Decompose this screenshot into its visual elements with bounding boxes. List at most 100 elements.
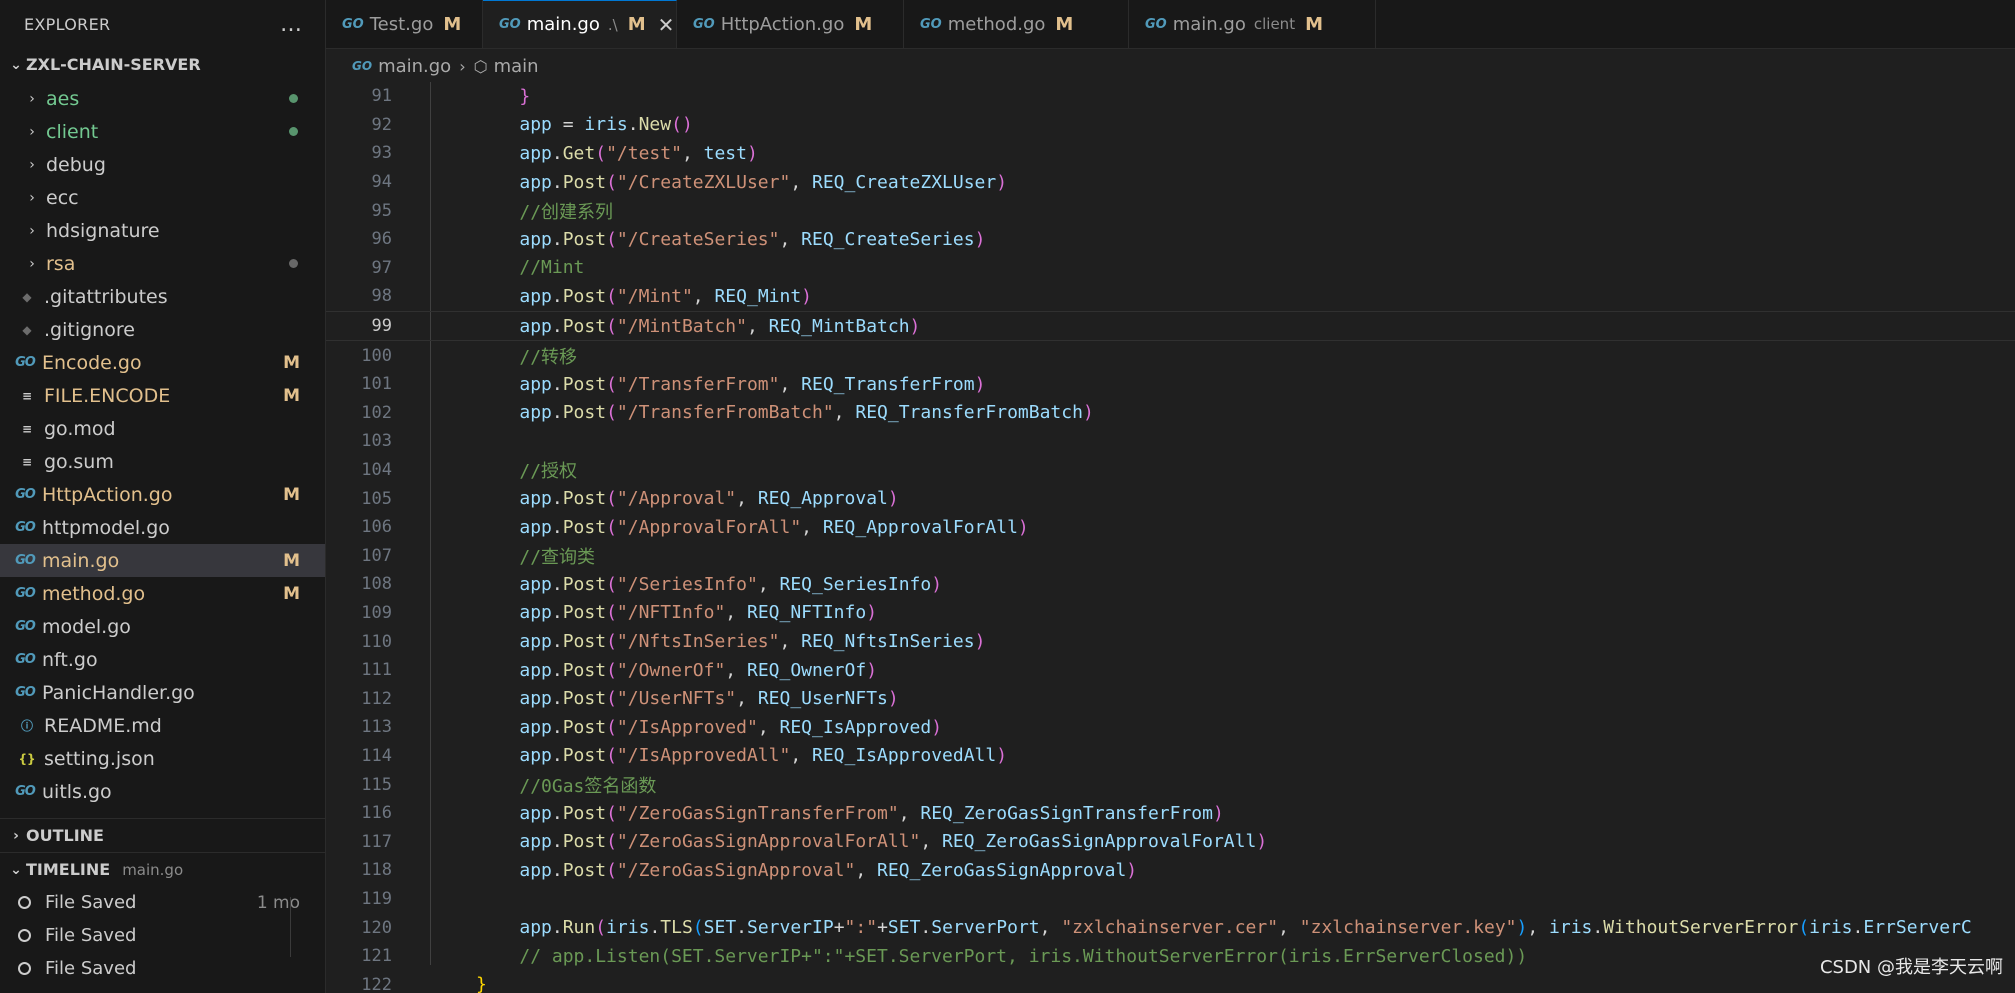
file-item[interactable]: GO model.go: [0, 610, 325, 643]
file-item[interactable]: ◆ .gitattributes: [0, 280, 325, 313]
file-item[interactable]: GO uitls.go: [0, 775, 325, 808]
item-label: README.md: [44, 714, 162, 737]
code-line[interactable]: 118 app.Post("/ZeroGasSignApproval", REQ…: [326, 856, 2015, 885]
code-line[interactable]: 107 //查询类: [326, 542, 2015, 571]
item-label: aes: [46, 87, 80, 110]
file-item[interactable]: ⓘ README.md: [0, 709, 325, 742]
tab-method-go[interactable]: GO method.go M: [904, 0, 1129, 48]
code-line[interactable]: 93 app.Get("/test", test): [326, 139, 2015, 168]
code-line[interactable]: 95 //创建系列: [326, 196, 2015, 225]
code-token: Post: [562, 716, 607, 738]
code-line[interactable]: 92 app = iris.New(): [326, 111, 2015, 140]
code-line[interactable]: 101 app.Post("/TransferFrom", REQ_Transf…: [326, 370, 2015, 399]
chevron-right-icon: ›: [29, 90, 35, 107]
code-token: ): [1126, 859, 1138, 881]
code-line[interactable]: 100 //转移: [326, 341, 2015, 370]
file-item[interactable]: GO main.go M: [0, 544, 325, 577]
file-item[interactable]: GO httpmodel.go: [0, 511, 325, 544]
code-token: Post: [562, 831, 607, 853]
code-line[interactable]: 91 }: [326, 82, 2015, 111]
code-line[interactable]: 117 app.Post("/ZeroGasSignApprovalForAll…: [326, 827, 2015, 856]
folder-item[interactable]: › hdsignature: [0, 214, 325, 247]
code-line[interactable]: 99 app.Post("/MintBatch", REQ_MintBatch): [326, 310, 2015, 342]
code-line[interactable]: 103: [326, 427, 2015, 456]
code-token: // app.Listen(SET.ServerIP+":"+SET.Serve…: [519, 945, 1528, 967]
code-line[interactable]: 111 app.Post("/OwnerOf", REQ_OwnerOf): [326, 656, 2015, 685]
code-line[interactable]: 119: [326, 885, 2015, 914]
code-line[interactable]: 97 //Mint: [326, 254, 2015, 283]
close-icon[interactable]: ✕: [658, 13, 675, 37]
outline-header[interactable]: › OUTLINE: [0, 819, 325, 852]
code-line[interactable]: 120 app.Run(iris.TLS(SET.ServerIP+":"+SE…: [326, 913, 2015, 942]
code-token: (: [606, 859, 617, 881]
folder-item[interactable]: › aes: [0, 82, 325, 115]
file-item[interactable]: GO Encode.go M: [0, 346, 325, 379]
file-item[interactable]: ◆ .gitignore: [0, 313, 325, 346]
tab-test-go[interactable]: GO Test.go M: [326, 0, 483, 48]
code-editor[interactable]: 91 } 92 app = iris.New() 93 app.Get("/test…: [326, 82, 2015, 993]
code-line[interactable]: 115 //0Gas签名函数: [326, 770, 2015, 799]
commit-circle-icon: [18, 929, 31, 942]
code-line[interactable]: 96 app.Post("/CreateSeries", REQ_CreateS…: [326, 225, 2015, 254]
code-line[interactable]: 122}: [326, 970, 2015, 993]
code-line[interactable]: 108 app.Post("/SeriesInfo", REQ_SeriesIn…: [326, 570, 2015, 599]
tab-main-go[interactable]: GO main.go .\ M ✕: [483, 0, 677, 48]
code-line[interactable]: 109 app.Post("/NFTInfo", REQ_NFTInfo): [326, 599, 2015, 628]
code-token: ): [996, 745, 1008, 767]
breadcrumb-file[interactable]: main.go: [378, 56, 451, 77]
chevron-right-icon: ›: [29, 123, 35, 140]
file-item[interactable]: GO PanicHandler.go: [0, 676, 325, 709]
line-number: 102: [361, 402, 392, 423]
code-line[interactable]: 110 app.Post("/NftsInSeries", REQ_NftsIn…: [326, 627, 2015, 656]
timeline-header[interactable]: ⌄ TIMELINE main.go: [0, 853, 325, 886]
text-file-icon: ≡: [21, 388, 33, 403]
code-line[interactable]: 106 app.Post("/ApprovalForAll", REQ_Appr…: [326, 513, 2015, 542]
code-line[interactable]: 112 app.Post("/UserNFTs", REQ_UserNFTs): [326, 684, 2015, 713]
file-item[interactable]: GO method.go M: [0, 577, 325, 610]
code-token: app: [519, 488, 552, 510]
code-token: REQ_IsApproved: [779, 716, 932, 738]
code-token: ): [974, 631, 986, 653]
folder-item[interactable]: › debug: [0, 148, 325, 181]
code-token: ,: [779, 631, 802, 653]
code-line[interactable]: 105 app.Post("/Approval", REQ_Approval): [326, 484, 2015, 513]
file-item[interactable]: GO HttpAction.go M: [0, 478, 325, 511]
folder-item[interactable]: › ecc: [0, 181, 325, 214]
line-number: 120: [361, 917, 392, 938]
file-item[interactable]: ≡ FILE.ENCODE M: [0, 379, 325, 412]
project-folder-header[interactable]: ⌄ ZXL-CHAIN-SERVER: [0, 48, 325, 81]
file-item[interactable]: GO nft.go: [0, 643, 325, 676]
code-line[interactable]: 113 app.Post("/IsApproved", REQ_IsApprov…: [326, 713, 2015, 742]
more-actions-icon[interactable]: …: [280, 12, 303, 37]
file-item[interactable]: ≡ go.sum: [0, 445, 325, 478]
code-line[interactable]: 98 app.Post("/Mint", REQ_Mint): [326, 282, 2015, 311]
breadcrumb-symbol[interactable]: main: [494, 56, 539, 77]
item-label: .gitignore: [44, 318, 135, 341]
folder-item[interactable]: › client: [0, 115, 325, 148]
code-token: .: [551, 171, 563, 193]
item-label: go.sum: [44, 450, 114, 473]
timeline-item[interactable]: File Saved: [0, 952, 325, 985]
file-item[interactable]: ≡ go.mod: [0, 412, 325, 445]
code-line[interactable]: 121 // app.Listen(SET.ServerIP+":"+SET.S…: [326, 942, 2015, 971]
code-line[interactable]: 94 app.Post("/CreateZXLUser", REQ_Create…: [326, 168, 2015, 197]
folder-item[interactable]: › rsa: [0, 247, 325, 280]
go-file-icon: GO: [15, 520, 36, 535]
code-line[interactable]: 114 app.Post("/IsApprovedAll", REQ_IsApp…: [326, 742, 2015, 771]
tab-httpaction-go[interactable]: GO HttpAction.go M: [677, 0, 904, 48]
code-token: ErrServerC: [1863, 917, 1972, 939]
file-item[interactable]: {} setting.json: [0, 742, 325, 775]
code-line[interactable]: 102 app.Post("/TransferFromBatch", REQ_T…: [326, 399, 2015, 428]
item-label: hdsignature: [46, 219, 160, 242]
tab-main-go[interactable]: GO main.go client M: [1129, 0, 1376, 48]
timeline-item[interactable]: File Saved 1 mo: [0, 886, 325, 919]
code-line[interactable]: 104 //授权: [326, 456, 2015, 485]
code-token: ): [801, 285, 813, 307]
tab-description: client: [1253, 15, 1296, 33]
code-text: }: [476, 974, 487, 993]
code-line[interactable]: 116 app.Post("/ZeroGasSignTransferFrom",…: [326, 799, 2015, 828]
timeline-item[interactable]: File Saved: [0, 919, 325, 952]
explorer-header: EXPLORER …: [0, 0, 325, 48]
